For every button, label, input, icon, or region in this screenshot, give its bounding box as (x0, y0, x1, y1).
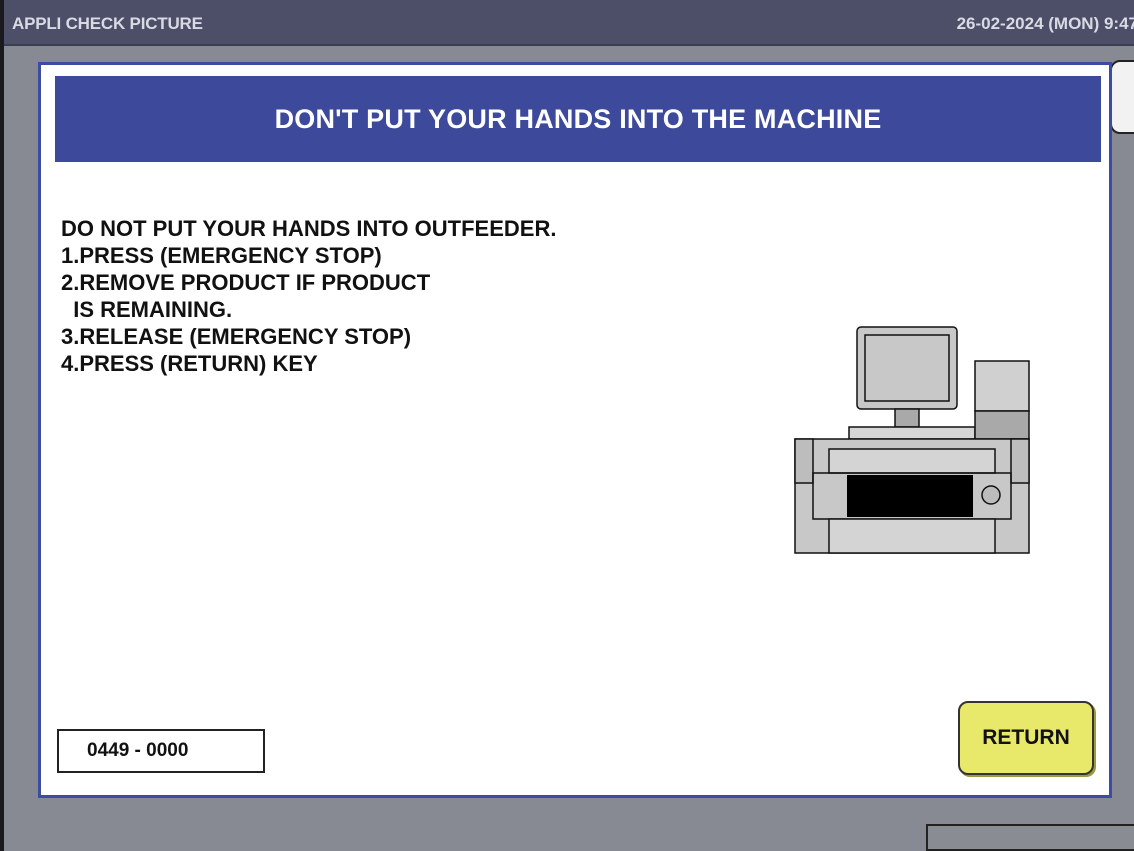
instruction-line: 2.REMOVE PRODUCT IF PRODUCT (61, 270, 431, 295)
status-bar: APPLI CHECK PICTURE 26-02-2024 (MON) 9:4… (4, 0, 1134, 46)
instruction-line: IS REMAINING. (61, 297, 233, 322)
return-button[interactable]: RETURN (958, 701, 1094, 775)
bottom-status-field (926, 824, 1134, 851)
screen: APPLI CHECK PICTURE 26-02-2024 (MON) 9:4… (0, 0, 1134, 851)
machine-illustration-icon (791, 323, 1031, 558)
instruction-line: DO NOT PUT YOUR HANDS INTO OUTFEEDER. (61, 216, 557, 241)
warning-dialog: DON'T PUT YOUR HANDS INTO THE MACHINE DO… (38, 62, 1112, 798)
side-scroll-tab[interactable] (1110, 60, 1134, 134)
instruction-line: 1.PRESS (EMERGENCY STOP) (61, 243, 382, 268)
dialog-title: DON'T PUT YOUR HANDS INTO THE MACHINE (274, 103, 882, 134)
app-title: APPLI CHECK PICTURE (12, 14, 203, 33)
instruction-line: 3.RELEASE (EMERGENCY STOP) (61, 324, 412, 349)
instruction-line: 4.PRESS (RETURN) KEY (61, 351, 318, 376)
date-time: 26-02-2024 (MON) 9:47 (956, 14, 1134, 33)
error-code: 0449 - 0000 (57, 729, 265, 773)
instructions: DO NOT PUT YOUR HANDS INTO OUTFEEDER. 1.… (61, 215, 556, 377)
dialog-header: DON'T PUT YOUR HANDS INTO THE MACHINE (55, 76, 1101, 162)
